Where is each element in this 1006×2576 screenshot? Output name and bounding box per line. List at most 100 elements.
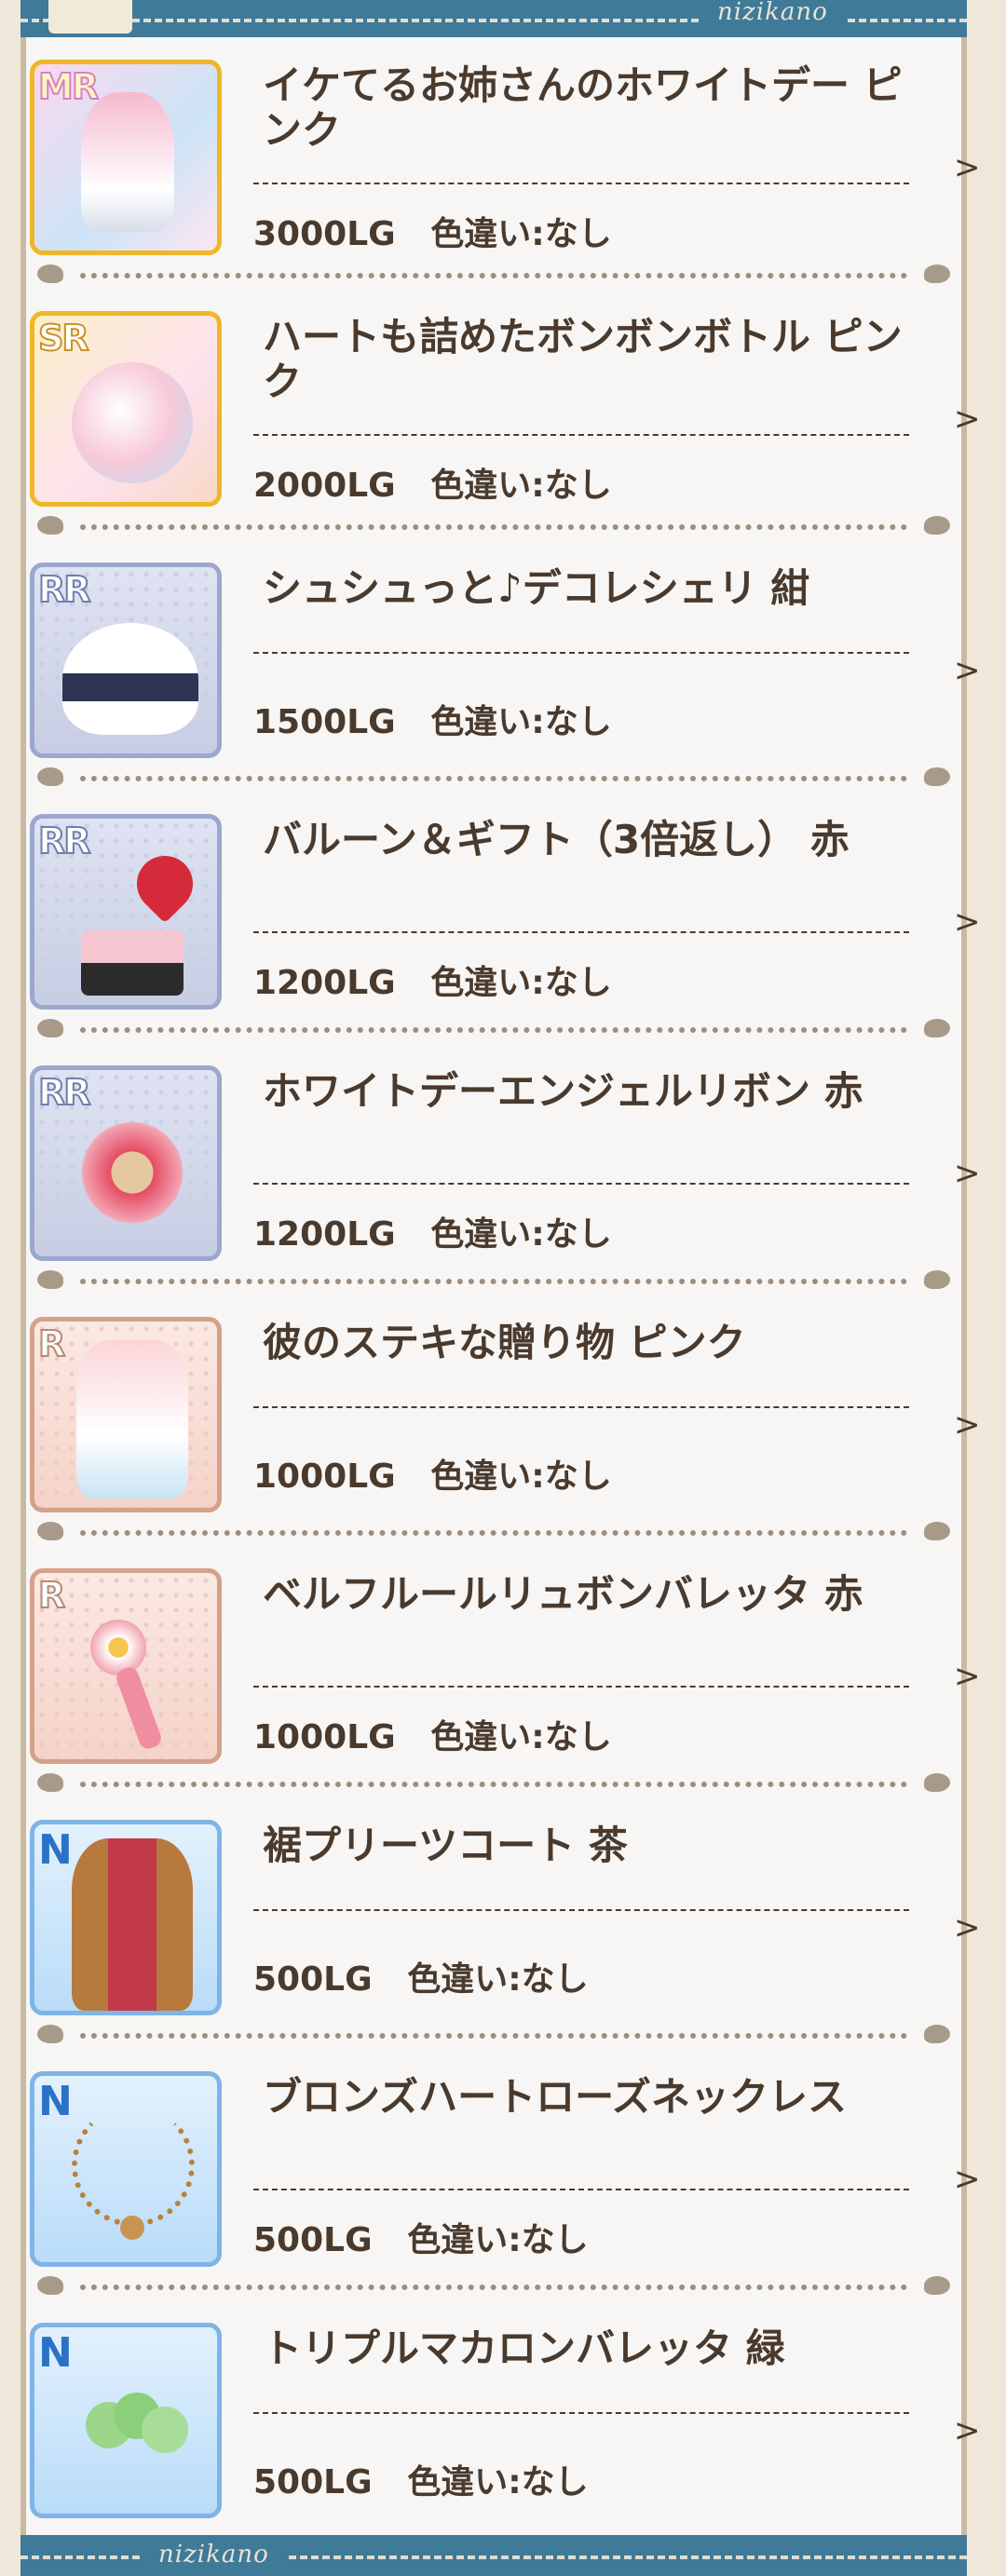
rarity-badge: RR [37,568,91,611]
variant-label: 色違い:なし [407,1960,589,1999]
cardigan-pink-icon [76,1340,188,1498]
item-thumbnail: MR [30,60,222,255]
row-separator [26,1015,961,1043]
variant-label: 色違い:なし [430,467,612,505]
brand-logo: nizikano [700,0,845,26]
row-separator [26,1518,961,1546]
chevron-right-icon[interactable]: > [954,1909,981,1946]
bird-icon [37,264,63,283]
item-thumbnail: N [30,2071,222,2267]
necklace-icon [72,2104,195,2227]
bird-icon [37,2276,63,2295]
corner-decoration [48,0,132,34]
header-banner: nizikano [20,0,967,37]
item-price: 1200LG [253,964,396,1002]
item-thumbnail: R [30,1568,222,1764]
bird-icon [37,1270,63,1289]
bird-icon [37,1773,63,1792]
item-price: 3000LG [253,215,396,253]
bird-icon [37,2025,63,2043]
row-separator [26,2272,961,2300]
rarity-badge: R [37,1322,66,1365]
chevron-right-icon[interactable]: > [954,1155,981,1192]
bird-icon [924,2276,950,2295]
bird-icon [924,1522,950,1540]
item-name: バルーン＆ギフト（3倍返し） 赤 [263,817,850,862]
brand-logo: nizikano [142,2541,286,2569]
item-name: 彼のステキな贈り物 ピンク [263,1320,746,1365]
chevron-right-icon[interactable]: > [954,400,981,438]
bird-icon [37,1019,63,1037]
outfit-pink-icon [81,92,174,232]
item-price: 500LG [253,2221,373,2259]
item-price: 1000LG [253,1457,396,1496]
item-price: 1200LG [253,1215,396,1254]
flower-barrette-icon [90,1620,146,1675]
row-separator [26,2021,961,2049]
variant-label: 色違い:なし [430,1457,612,1496]
bird-icon [37,516,63,535]
dress-navy-icon [62,623,198,735]
chevron-right-icon[interactable]: > [954,2161,981,2198]
item-thumbnail: N [30,1820,222,2015]
chevron-right-icon[interactable]: > [954,1406,981,1444]
footer-banner: nizikano [20,2535,967,2576]
item-price: 1000LG [253,1718,396,1756]
divider [253,183,909,184]
divider [253,1909,909,1911]
item-name: イケてるお姉さんのホワイトデー ピンク [263,62,903,153]
rarity-badge: RR [37,820,91,862]
item-name: シュシュっと♪デコレシェリ 紺 [263,565,810,611]
rarity-badge: N [38,2078,73,2125]
bird-icon [37,1522,63,1540]
chevron-right-icon[interactable]: > [954,149,981,186]
item-name: トリプルマカロンバレッタ 緑 [263,2325,785,2371]
balloon-gift-icon [125,844,205,924]
variant-label: 色違い:なし [430,1718,612,1756]
chevron-right-icon[interactable]: > [954,652,981,689]
item-price: 2000LG [253,467,396,505]
list-item[interactable]: N トリプルマカロンバレッタ 緑 500LG 色違い:なし > [26,2315,981,2567]
item-price: 500LG [253,2463,373,2501]
item-thumbnail: RR [30,1065,222,1261]
bird-icon [37,767,63,786]
item-name: 裾プリーツコート 茶 [263,1823,628,1868]
divider [253,652,909,654]
variant-label: 色違い:なし [430,964,612,1002]
divider [253,1406,909,1408]
item-name: ホワイトデーエンジェルリボン 赤 [263,1068,863,1114]
item-price: 500LG [253,1960,373,1999]
rarity-badge: SR [37,317,90,359]
divider [253,2189,909,2190]
rarity-badge: N [38,2329,73,2377]
divider [253,2412,909,2414]
chevron-right-icon[interactable]: > [954,903,981,941]
variant-label: 色違い:なし [430,703,612,741]
rarity-badge: RR [37,1071,91,1114]
variant-label: 色違い:なし [430,215,612,253]
bird-icon [924,1019,950,1037]
divider [253,931,909,933]
chevron-right-icon[interactable]: > [954,1658,981,1695]
row-separator [26,764,961,792]
rarity-badge: MR [37,65,100,108]
row-separator [26,1769,961,1797]
item-thumbnail: N [30,2323,222,2518]
coat-brown-icon [72,1838,193,2011]
item-name: ブロンズハートローズネックレス [263,2074,848,2120]
variant-label: 色違い:なし [407,2221,589,2259]
bird-icon [924,516,950,535]
bird-icon [924,264,950,283]
rarity-badge: R [37,1574,66,1617]
item-thumbnail: RR [30,814,222,1010]
angel-ribbon-icon [72,1117,193,1228]
variant-label: 色違い:なし [407,2463,589,2501]
bird-icon [924,1773,950,1792]
item-name: ベルフルールリュボンバレッタ 赤 [263,1571,863,1617]
variant-label: 色違い:なし [430,1215,612,1254]
rarity-badge: N [38,1826,73,1874]
item-thumbnail: RR [30,563,222,758]
row-separator [26,512,961,540]
chevron-right-icon[interactable]: > [954,2412,981,2449]
bird-icon [924,2025,950,2043]
